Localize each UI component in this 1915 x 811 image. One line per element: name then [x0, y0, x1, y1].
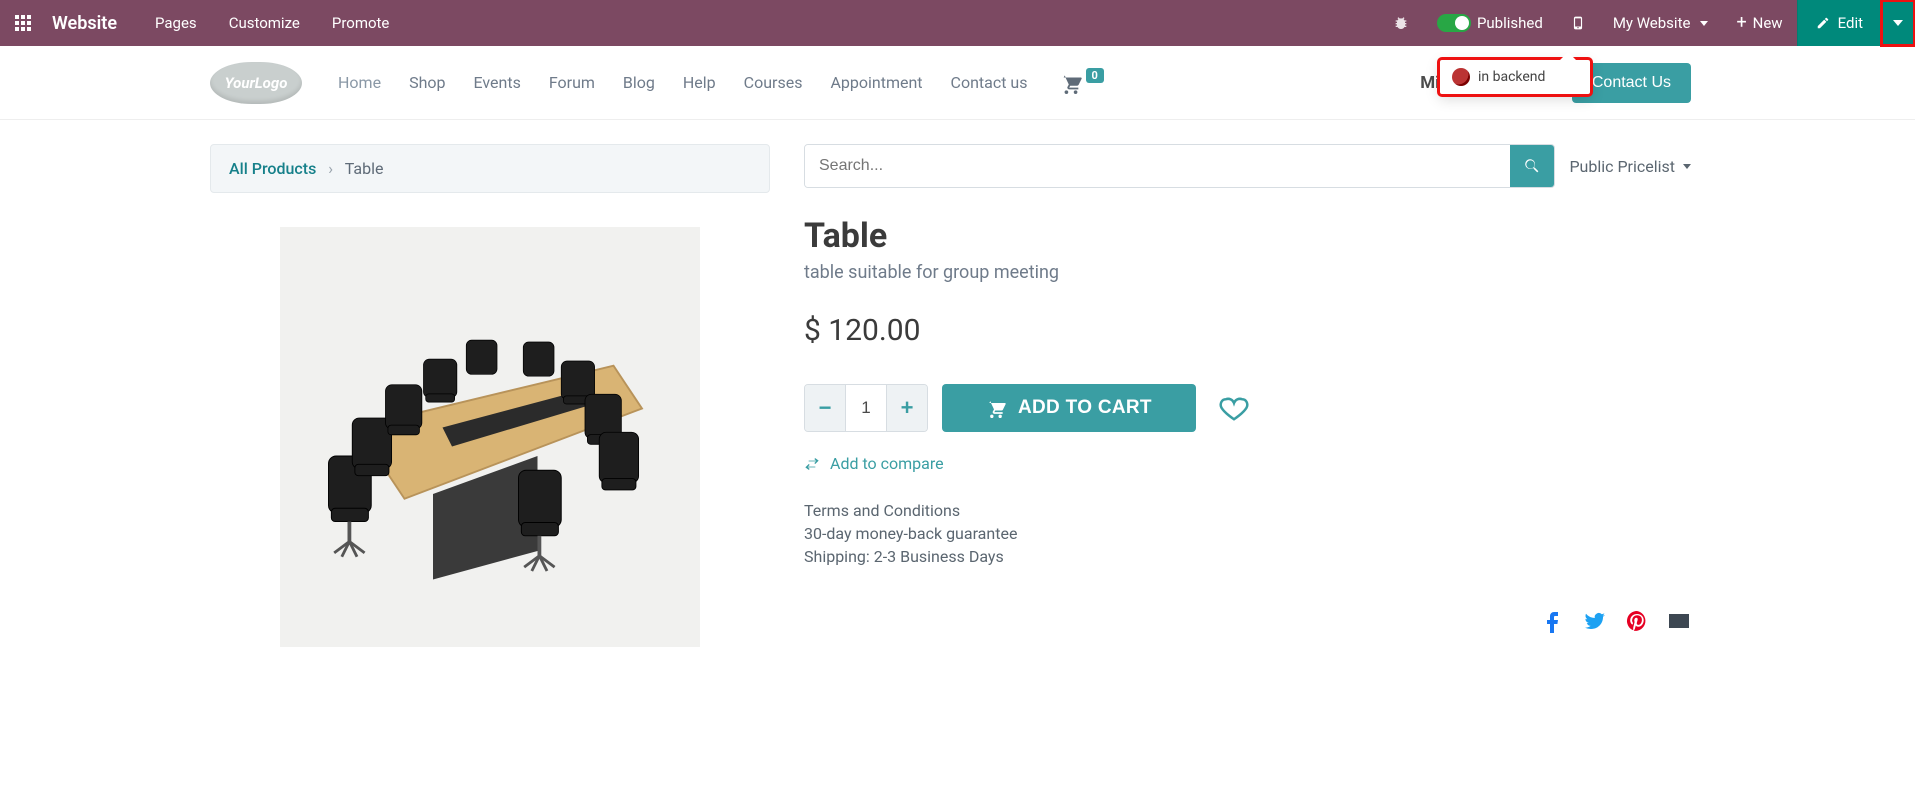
- search-box: [804, 144, 1555, 188]
- heart-icon: [1219, 393, 1249, 423]
- compare-label: Add to compare: [830, 454, 944, 473]
- published-label: Published: [1477, 14, 1543, 32]
- nav-contactus[interactable]: Contact us: [937, 46, 1042, 120]
- terms-heading: Terms and Conditions: [804, 499, 1691, 522]
- new-button[interactable]: + New: [1722, 0, 1796, 46]
- add-to-cart-label: ADD TO CART: [1018, 397, 1152, 419]
- share-bar: [804, 609, 1691, 633]
- admin-link-promote[interactable]: Promote: [316, 14, 406, 32]
- product-price: $ 120.00: [804, 313, 1691, 348]
- edit-options-dropdown-toggle[interactable]: [1881, 0, 1915, 46]
- nav-home[interactable]: Home: [324, 46, 395, 120]
- main-nav: Home Shop Events Forum Blog Help Courses…: [324, 46, 1042, 120]
- published-toggle[interactable]: Published: [1423, 0, 1557, 46]
- facebook-icon[interactable]: [1541, 609, 1565, 633]
- product-subtitle: table suitable for group meeting: [804, 262, 1691, 283]
- nav-forum[interactable]: Forum: [535, 46, 609, 120]
- chevron-down-icon: [1700, 21, 1708, 26]
- edit-label: Edit: [1838, 14, 1863, 32]
- nav-appointment[interactable]: Appointment: [816, 46, 936, 120]
- cart-count-badge: 0: [1086, 68, 1104, 83]
- admin-link-pages[interactable]: Pages: [139, 14, 213, 32]
- pricelist-dropdown[interactable]: Public Pricelist: [1569, 157, 1691, 176]
- breadcrumb-current: Table: [345, 159, 384, 178]
- product-page: All Products › Table: [0, 120, 1915, 687]
- toggle-switch-icon: [1437, 14, 1471, 32]
- product-illustration: [300, 257, 680, 617]
- plus-icon: +: [1736, 14, 1746, 32]
- cart-icon: [986, 398, 1006, 418]
- chevron-down-icon: [1683, 164, 1691, 169]
- cart-icon: [1060, 72, 1082, 94]
- my-website-dropdown[interactable]: My Website: [1599, 0, 1723, 46]
- add-to-cart-button[interactable]: ADD TO CART: [942, 384, 1196, 432]
- new-label: New: [1753, 14, 1783, 32]
- nav-blog[interactable]: Blog: [609, 46, 669, 120]
- qty-input[interactable]: [845, 385, 887, 431]
- site-logo[interactable]: YourLogo: [210, 62, 302, 104]
- twitter-icon[interactable]: [1583, 609, 1607, 633]
- edit-button[interactable]: Edit: [1797, 0, 1881, 46]
- admin-top-bar: Website Pages Customize Promote Publishe…: [0, 0, 1915, 46]
- product-title: Table: [804, 216, 1691, 256]
- logo-text: YourLogo: [225, 74, 288, 92]
- wishlist-button[interactable]: [1210, 384, 1258, 432]
- apps-grid-icon: [15, 15, 31, 31]
- terms-line-2: Shipping: 2-3 Business Days: [804, 545, 1691, 568]
- breadcrumb-root[interactable]: All Products: [229, 159, 316, 178]
- mobile-preview-button[interactable]: [1557, 0, 1599, 46]
- search-input[interactable]: [805, 145, 1510, 187]
- qty-decrease-button[interactable]: −: [805, 385, 845, 431]
- edit-dropdown-menu: in backend: [1439, 59, 1591, 95]
- my-website-label: My Website: [1613, 14, 1691, 32]
- product-image: [280, 227, 700, 647]
- pricelist-label: Public Pricelist: [1569, 157, 1675, 176]
- apps-launcher[interactable]: [0, 15, 46, 31]
- debug-bug-icon[interactable]: [1379, 0, 1423, 46]
- admin-link-customize[interactable]: Customize: [213, 14, 316, 32]
- avatar-icon: [1452, 68, 1470, 86]
- cart-button[interactable]: 0: [1060, 72, 1104, 94]
- search-button[interactable]: [1510, 145, 1554, 187]
- terms-block: Terms and Conditions 30-day money-back g…: [804, 499, 1691, 569]
- site-header: YourLogo Home Shop Events Forum Blog Hel…: [0, 46, 1915, 120]
- add-to-compare-link[interactable]: Add to compare: [804, 454, 1691, 473]
- terms-line-1: 30-day money-back guarantee: [804, 522, 1691, 545]
- nav-help[interactable]: Help: [669, 46, 730, 120]
- nav-shop[interactable]: Shop: [395, 46, 459, 120]
- pinterest-icon[interactable]: [1625, 609, 1649, 633]
- edit-in-backend-label: in backend: [1478, 69, 1545, 85]
- caret-down-icon: [1893, 20, 1903, 26]
- breadcrumb: All Products › Table: [210, 144, 770, 193]
- quantity-stepper: − +: [804, 384, 928, 432]
- email-icon[interactable]: [1667, 609, 1691, 633]
- compare-icon: [804, 456, 820, 472]
- search-icon: [1523, 157, 1541, 175]
- nav-courses[interactable]: Courses: [730, 46, 817, 120]
- admin-app-name[interactable]: Website: [46, 13, 139, 34]
- nav-events[interactable]: Events: [459, 46, 534, 120]
- qty-increase-button[interactable]: +: [887, 385, 927, 431]
- breadcrumb-separator: ›: [328, 159, 333, 178]
- edit-in-backend-item[interactable]: in backend: [1452, 68, 1578, 86]
